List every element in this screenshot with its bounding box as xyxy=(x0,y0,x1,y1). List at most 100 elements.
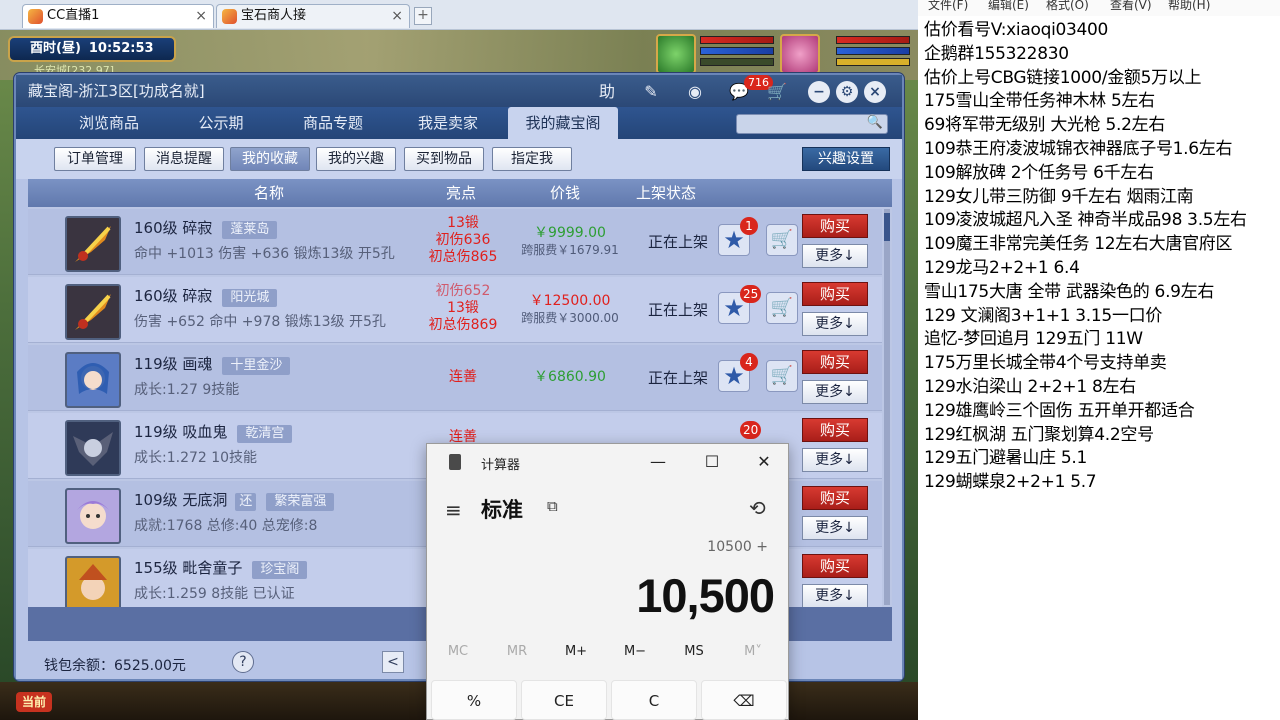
tab-publicity[interactable]: 公示期 xyxy=(168,107,274,139)
menu-edit[interactable]: 编辑(E) xyxy=(988,0,1029,13)
note-line: 69将军带无级别 大光枪 5.2左右 xyxy=(924,115,1166,136)
tab-seller[interactable]: 我是卖家 xyxy=(392,107,504,139)
more-button[interactable]: 更多↓ xyxy=(802,516,868,540)
buy-button[interactable]: 购买 xyxy=(802,418,868,442)
character-portrait-icon[interactable] xyxy=(65,556,121,607)
more-button[interactable]: 更多↓ xyxy=(802,244,868,268)
notepad-text[interactable]: 估价看号V:xiaoqi03400 企鹅群155322830 估价上号CBG链接… xyxy=(924,19,1247,495)
percent-key[interactable]: % xyxy=(431,680,517,720)
memory-add-button[interactable]: M+ xyxy=(547,644,605,659)
menu-format[interactable]: 格式(O) xyxy=(1046,0,1089,13)
more-button[interactable]: 更多↓ xyxy=(802,584,868,607)
note-line: 雪山175大唐 全带 武器染色的 6.9左右 xyxy=(924,281,1215,302)
memory-clear-button[interactable]: MC xyxy=(429,644,487,659)
col-highlight: 亮点 xyxy=(446,184,477,202)
listing-status: 正在上架 xyxy=(648,369,709,387)
buy-button[interactable]: 购买 xyxy=(802,282,868,306)
player-avatar[interactable] xyxy=(780,34,820,74)
memory-recall-button[interactable]: MR xyxy=(488,644,546,659)
cart-icon[interactable]: 🛒 xyxy=(764,79,790,105)
item-name: 119级 吸血鬼 乾清宫 xyxy=(134,421,293,443)
item-attributes: 成长:1.27 9技能 xyxy=(134,382,240,398)
interest-settings-button[interactable]: 兴趣设置 xyxy=(802,147,890,171)
tab-my-pavilion[interactable]: 我的藏宝阁 xyxy=(508,107,618,139)
channel-current-button[interactable]: 当前 xyxy=(16,692,52,712)
buy-button[interactable]: 购买 xyxy=(802,350,868,374)
minimize-icon[interactable]: — xyxy=(643,450,673,474)
server-badge: 十里金沙 xyxy=(222,357,291,375)
memory-list-button[interactable]: M˅ xyxy=(724,644,782,659)
edit-icon[interactable]: ✎ xyxy=(638,79,664,105)
help-icon[interactable]: ? xyxy=(232,651,254,673)
calculator-expression: 10500 + xyxy=(707,539,768,555)
browser-tab-1[interactable]: CC直播1 × xyxy=(22,4,214,28)
tab-browse[interactable]: 浏览商品 xyxy=(54,107,164,139)
buy-button[interactable]: 购买 xyxy=(802,214,868,238)
panel-title-bar: 藏宝阁-浙江3区[功成名就] 助 ✎ ◉ 💬 716 🛒 − ⚙ × xyxy=(16,75,902,107)
item-attributes: 成长:1.259 8技能 已认证 xyxy=(134,586,295,602)
search-icon[interactable]: 🔍 xyxy=(867,115,883,130)
backspace-key[interactable]: ⌫ xyxy=(701,680,787,720)
fan-weapon-icon[interactable] xyxy=(65,216,121,272)
clear-key[interactable]: C xyxy=(611,680,697,720)
settings-icon[interactable]: ⚙ xyxy=(836,81,858,103)
fan-weapon-icon[interactable] xyxy=(65,284,121,340)
history-icon[interactable]: ⟲ xyxy=(749,496,766,520)
more-button[interactable]: 更多↓ xyxy=(802,448,868,472)
more-button[interactable]: 更多↓ xyxy=(802,312,868,336)
new-tab-button[interactable]: + xyxy=(414,7,432,25)
notepad-menu-bar: 文件(F) 编辑(E) 格式(O) 查看(V) 帮助(H) xyxy=(918,0,1280,16)
pet-mp-bar xyxy=(700,47,774,55)
sub-messages[interactable]: 消息提醒 xyxy=(144,147,224,171)
sub-favorites[interactable]: 我的收藏 xyxy=(230,147,310,171)
maximize-icon[interactable]: ☐ xyxy=(697,450,727,474)
server-badge: 蓬莱岛 xyxy=(222,221,278,239)
sub-interests[interactable]: 我的兴趣 xyxy=(316,147,396,171)
price-block: ￥12500.00 跨服费￥3000.00 xyxy=(510,293,630,326)
sub-orders[interactable]: 订单管理 xyxy=(54,147,136,171)
menu-file[interactable]: 文件(F) xyxy=(928,0,968,13)
close-tab-2-icon[interactable]: × xyxy=(391,5,403,27)
note-line: 追忆-梦回追月 129五门 11W xyxy=(924,329,1143,350)
note-line: 129蝴蝶泉2+2+1 5.7 xyxy=(924,472,1097,493)
add-to-cart-icon[interactable]: 🛒 xyxy=(766,224,798,256)
sub-designated[interactable]: 指定我 xyxy=(492,147,572,171)
close-icon[interactable]: × xyxy=(864,81,886,103)
sub-bought[interactable]: 买到物品 xyxy=(404,147,484,171)
item-name-text: 155级 毗舍童子 xyxy=(134,559,243,577)
prev-page-button[interactable]: < xyxy=(382,651,404,673)
highlight-2: 13锻 xyxy=(447,300,479,316)
add-to-cart-icon[interactable]: 🛒 xyxy=(766,360,798,392)
minimize-icon[interactable]: − xyxy=(808,81,830,103)
add-to-cart-icon[interactable]: 🛒 xyxy=(766,292,798,324)
menu-help[interactable]: 帮助(H) xyxy=(1168,0,1210,13)
highlight-2: 初伤636 xyxy=(435,232,491,248)
memory-store-button[interactable]: MS xyxy=(665,644,723,659)
tab-topics[interactable]: 商品专题 xyxy=(278,107,388,139)
character-portrait-icon[interactable] xyxy=(65,420,121,476)
character-portrait-icon[interactable] xyxy=(65,352,121,408)
table-scrollbar[interactable] xyxy=(884,209,890,605)
more-button[interactable]: 更多↓ xyxy=(802,380,868,404)
pet-avatar[interactable] xyxy=(656,34,696,74)
col-name: 名称 xyxy=(254,184,285,202)
calculator-title-bar: 计算器 — ☐ ✕ xyxy=(427,444,788,480)
highlight-3: 初总伤869 xyxy=(428,317,498,333)
close-tab-1-icon[interactable]: × xyxy=(195,5,207,27)
table-scrollbar-thumb[interactable] xyxy=(884,213,890,241)
favorite-count-badge: 4 xyxy=(740,353,758,371)
buy-button[interactable]: 购买 xyxy=(802,486,868,510)
character-portrait-icon[interactable] xyxy=(65,488,121,544)
keep-on-top-icon[interactable]: ⧉ xyxy=(547,497,558,515)
search-input[interactable]: 🔍 xyxy=(736,114,888,134)
memory-subtract-button[interactable]: M− xyxy=(606,644,664,659)
close-icon[interactable]: ✕ xyxy=(749,450,779,474)
buy-button[interactable]: 购买 xyxy=(802,554,868,578)
hamburger-menu-icon[interactable]: ≡ xyxy=(445,498,462,522)
menu-view[interactable]: 查看(V) xyxy=(1110,0,1152,13)
browser-tab-2[interactable]: 宝石商人接 × xyxy=(216,4,410,28)
help-button[interactable]: 助 xyxy=(594,79,620,105)
clear-entry-key[interactable]: CE xyxy=(521,680,607,720)
item-attributes: 成就:1768 总修:40 总宠修:8 xyxy=(134,518,318,534)
record-icon[interactable]: ◉ xyxy=(682,79,708,105)
